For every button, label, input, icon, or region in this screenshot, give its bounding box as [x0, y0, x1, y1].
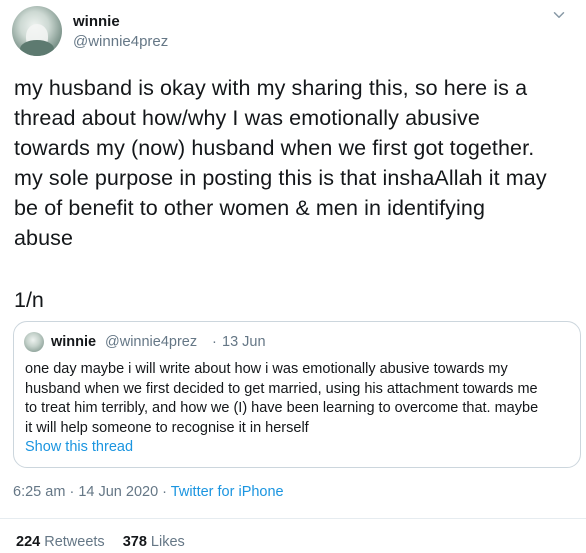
likes-count: 378: [122, 534, 147, 550]
meta-separator: ·: [69, 484, 75, 500]
tweet-source-link[interactable]: Twitter for iPhone: [171, 484, 284, 500]
quoted-text-line: husband when we first decided to get mar…: [25, 380, 538, 397]
quoted-text-line: one day maybe i will write about how i w…: [25, 361, 508, 377]
quoted-tweet-card[interactable]: winnie @winnie4prez · 13 Jun one day may…: [13, 321, 581, 468]
retweets-label: Retweets: [44, 534, 105, 550]
avatar-shadow: [20, 40, 54, 56]
likes-stat[interactable]: 378 Likes: [123, 534, 185, 550]
meta-separator: ·: [162, 484, 168, 500]
tweet-text: my husband is okay with my sharing this,…: [14, 73, 579, 253]
quoted-date: 13 Jun: [222, 334, 266, 350]
tweet-time[interactable]: 6:25 am: [13, 484, 65, 500]
quoted-text-line: it will help someone to recognise it in …: [25, 419, 309, 436]
thread-marker: 1/n: [14, 288, 44, 312]
likes-label: Likes: [150, 534, 185, 550]
tweet-text-line: towards my (now) husband when we first g…: [14, 136, 535, 160]
show-thread-link[interactable]: Show this thread: [25, 439, 133, 455]
tweet-text-line: be of benefit to other women & men in id…: [14, 196, 486, 220]
author-handle[interactable]: @winnie4prez: [73, 33, 168, 50]
avatar[interactable]: [12, 6, 62, 56]
quoted-avatar: [24, 332, 44, 352]
retweets-count: 224: [16, 534, 41, 550]
author-display-name[interactable]: winnie: [73, 13, 120, 30]
retweets-stat[interactable]: 224 Retweets: [16, 534, 105, 550]
tweet-stats: 224 Retweets 378 Likes: [16, 534, 185, 550]
quoted-text-line: to treat him terribly, and how we (I) ha…: [25, 400, 539, 416]
divider: [0, 518, 586, 519]
quoted-display-name: winnie: [51, 334, 97, 350]
tweet-text-line: my husband is okay with my sharing this,…: [14, 76, 528, 100]
quoted-tweet-text: one day maybe i will write about how i w…: [25, 360, 575, 438]
tweet-text-line: abuse: [14, 226, 74, 250]
chevron-down-icon[interactable]: [550, 6, 568, 24]
tweet-meta: 6:25 am · 14 Jun 2020 · Twitter for iPho…: [13, 484, 284, 500]
quoted-handle: @winnie4prez: [105, 334, 198, 350]
tweet-text-line: thread about how/why I was emotionally a…: [14, 106, 480, 130]
tweet-text-line: my sole purpose in posting this is that …: [14, 166, 547, 190]
quoted-separator: ·: [212, 334, 217, 350]
tweet-date[interactable]: 14 Jun 2020: [78, 484, 158, 500]
tweet-header: winnie @winnie4prez: [12, 6, 572, 58]
